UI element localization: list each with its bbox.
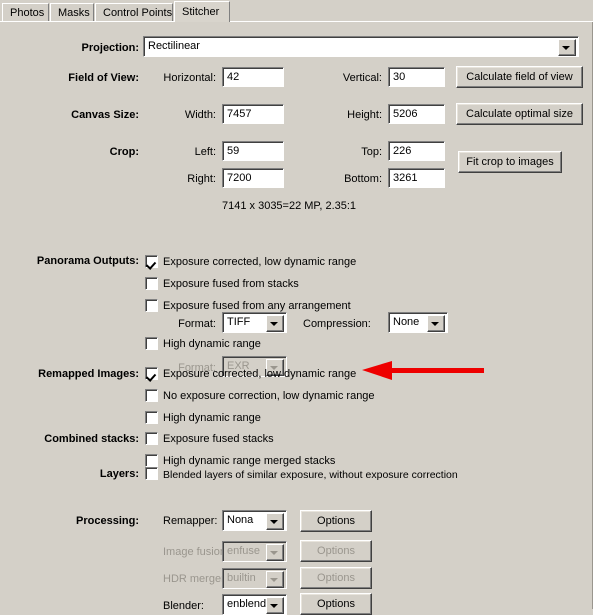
canvas-width-label: Width: [184,109,216,121]
remapped-label-hdr: High dynamic range [163,412,261,424]
remapped-images-label: Remapped Images: [38,368,139,380]
remapped-checkbox-hdr[interactable] [145,411,158,424]
remapper-select[interactable]: Nona [222,510,287,531]
field-of-view-label: Field of View: [68,72,139,84]
panorama-output-checkbox-hdr[interactable] [145,337,158,350]
remapper-value: Nona [227,514,254,526]
panorama-format-label: Format: [178,318,216,330]
hdr-merger-label: HDR merger: [163,573,228,585]
tab-control-points[interactable]: Control Points [95,3,173,21]
canvas-height-label: Height: [347,109,382,121]
remapper-options-button[interactable]: Options [300,510,372,532]
crop-bottom-label: Bottom: [344,173,382,185]
arrow-shaft [390,368,484,373]
image-fusion-options-button: Options [300,540,372,562]
horizontal-label: Horizontal: [163,72,216,84]
remapped-label-no-exposure-correction: No exposure correction, low dynamic rang… [163,390,375,402]
panorama-compression-label: Compression: [303,318,371,330]
chevron-down-icon[interactable] [427,315,445,332]
blender-options-button[interactable]: Options [300,593,372,615]
remapped-checkbox-exposure-corrected[interactable] [145,367,158,380]
panorama-format-select[interactable]: TIFF [222,312,287,333]
blender-label: Blender: [163,600,204,612]
crop-left-label: Left: [194,146,216,158]
panorama-output-label-exposure-corrected: Exposure corrected, low dynamic range [163,256,357,268]
panorama-output-checkbox-fused-any-arrangement[interactable] [145,299,158,312]
canvas-width-input[interactable]: 7457 [222,104,284,124]
horizontal-fov-input[interactable]: 42 [222,67,284,87]
chevron-down-icon[interactable] [558,39,576,56]
panorama-compression-value: None [393,316,420,328]
remapper-label: Remapper: [163,515,218,527]
fit-crop-to-images-button[interactable]: Fit crop to images [458,151,562,173]
calculate-field-of-view-button[interactable]: Calculate field of view [456,66,583,88]
vertical-fov-input[interactable]: 30 [388,67,445,87]
combined-stacks-label: Combined stacks: [44,433,139,445]
combined-stacks-checkbox-hdr-merged[interactable] [145,454,158,467]
canvas-size-label: Canvas Size: [71,109,139,121]
panorama-output-label-hdr: High dynamic range [163,338,261,350]
chevron-down-icon[interactable] [266,315,284,332]
combined-stacks-label-hdr-merged: High dynamic range merged stacks [163,455,336,467]
chevron-down-icon [266,571,284,588]
blender-value: enblend [227,598,267,610]
remapped-label-exposure-corrected: Exposure corrected, low dynamic range [163,368,357,380]
remapped-checkbox-no-exposure-correction[interactable] [145,389,158,402]
layers-checkbox-blended[interactable] [145,467,158,480]
annotation-arrow-icon [362,361,484,380]
combined-stacks-label-exposure-fused: Exposure fused stacks [163,433,274,445]
crop-top-input[interactable]: 226 [388,141,445,161]
crop-top-label: Top: [361,146,382,158]
crop-left-input[interactable]: 59 [222,141,284,161]
tab-bar: Photos Masks Control Points Stitcher [0,0,593,22]
tab-masks-label: Masks [58,7,90,19]
tab-control-points-label: Control Points [103,7,173,19]
panorama-output-checkbox-exposure-corrected[interactable] [145,255,158,268]
image-fusion-select: enfuse [222,541,287,562]
hdr-merger-options-button: Options [300,567,372,589]
combined-stacks-checkbox-exposure-fused[interactable] [145,432,158,445]
chevron-down-icon[interactable] [266,513,284,530]
hdr-merger-value: builtin [227,572,256,584]
arrow-head [362,361,392,380]
panorama-output-checkbox-fused-stacks[interactable] [145,277,158,290]
canvas-height-input[interactable]: 5206 [388,104,445,124]
chevron-down-icon [266,544,284,561]
calculate-optimal-size-button[interactable]: Calculate optimal size [456,103,583,125]
vertical-label: Vertical: [342,72,382,84]
crop-right-label: Right: [187,173,216,185]
tab-photos-label: Photos [10,7,45,19]
blender-select[interactable]: enblend [222,594,287,615]
panorama-format-value: TIFF [227,316,251,328]
layers-label-blended: Blended layers of similar exposure, with… [163,469,458,481]
panorama-compression-select[interactable]: None [388,312,448,333]
stitcher-panel: Projection: Rectilinear Field of View: H… [0,22,593,615]
processing-label: Processing: [76,515,139,527]
panorama-output-label-fused-stacks: Exposure fused from stacks [163,278,299,290]
crop-label: Crop: [109,146,139,158]
chevron-down-icon[interactable] [266,597,284,614]
projection-select[interactable]: Rectilinear [143,36,579,57]
projection-value: Rectilinear [148,40,200,52]
image-fusion-value: enfuse [227,545,261,557]
tab-stitcher-label: Stitcher [182,6,220,18]
tab-stitcher[interactable]: Stitcher [174,1,230,22]
tab-photos[interactable]: Photos [2,3,49,21]
hdr-merger-select: builtin [222,568,287,589]
image-fusion-label: Image fusion: [163,546,230,558]
panorama-outputs-label: Panorama Outputs: [36,255,139,267]
layers-label: Layers: [99,468,139,480]
tab-masks[interactable]: Masks [50,3,94,21]
projection-label: Projection: [81,42,139,54]
crop-bottom-input[interactable]: 3261 [388,168,445,188]
crop-summary-text: 7141 x 3035=22 MP, 2.35:1 [222,200,357,212]
crop-right-input[interactable]: 7200 [222,168,284,188]
